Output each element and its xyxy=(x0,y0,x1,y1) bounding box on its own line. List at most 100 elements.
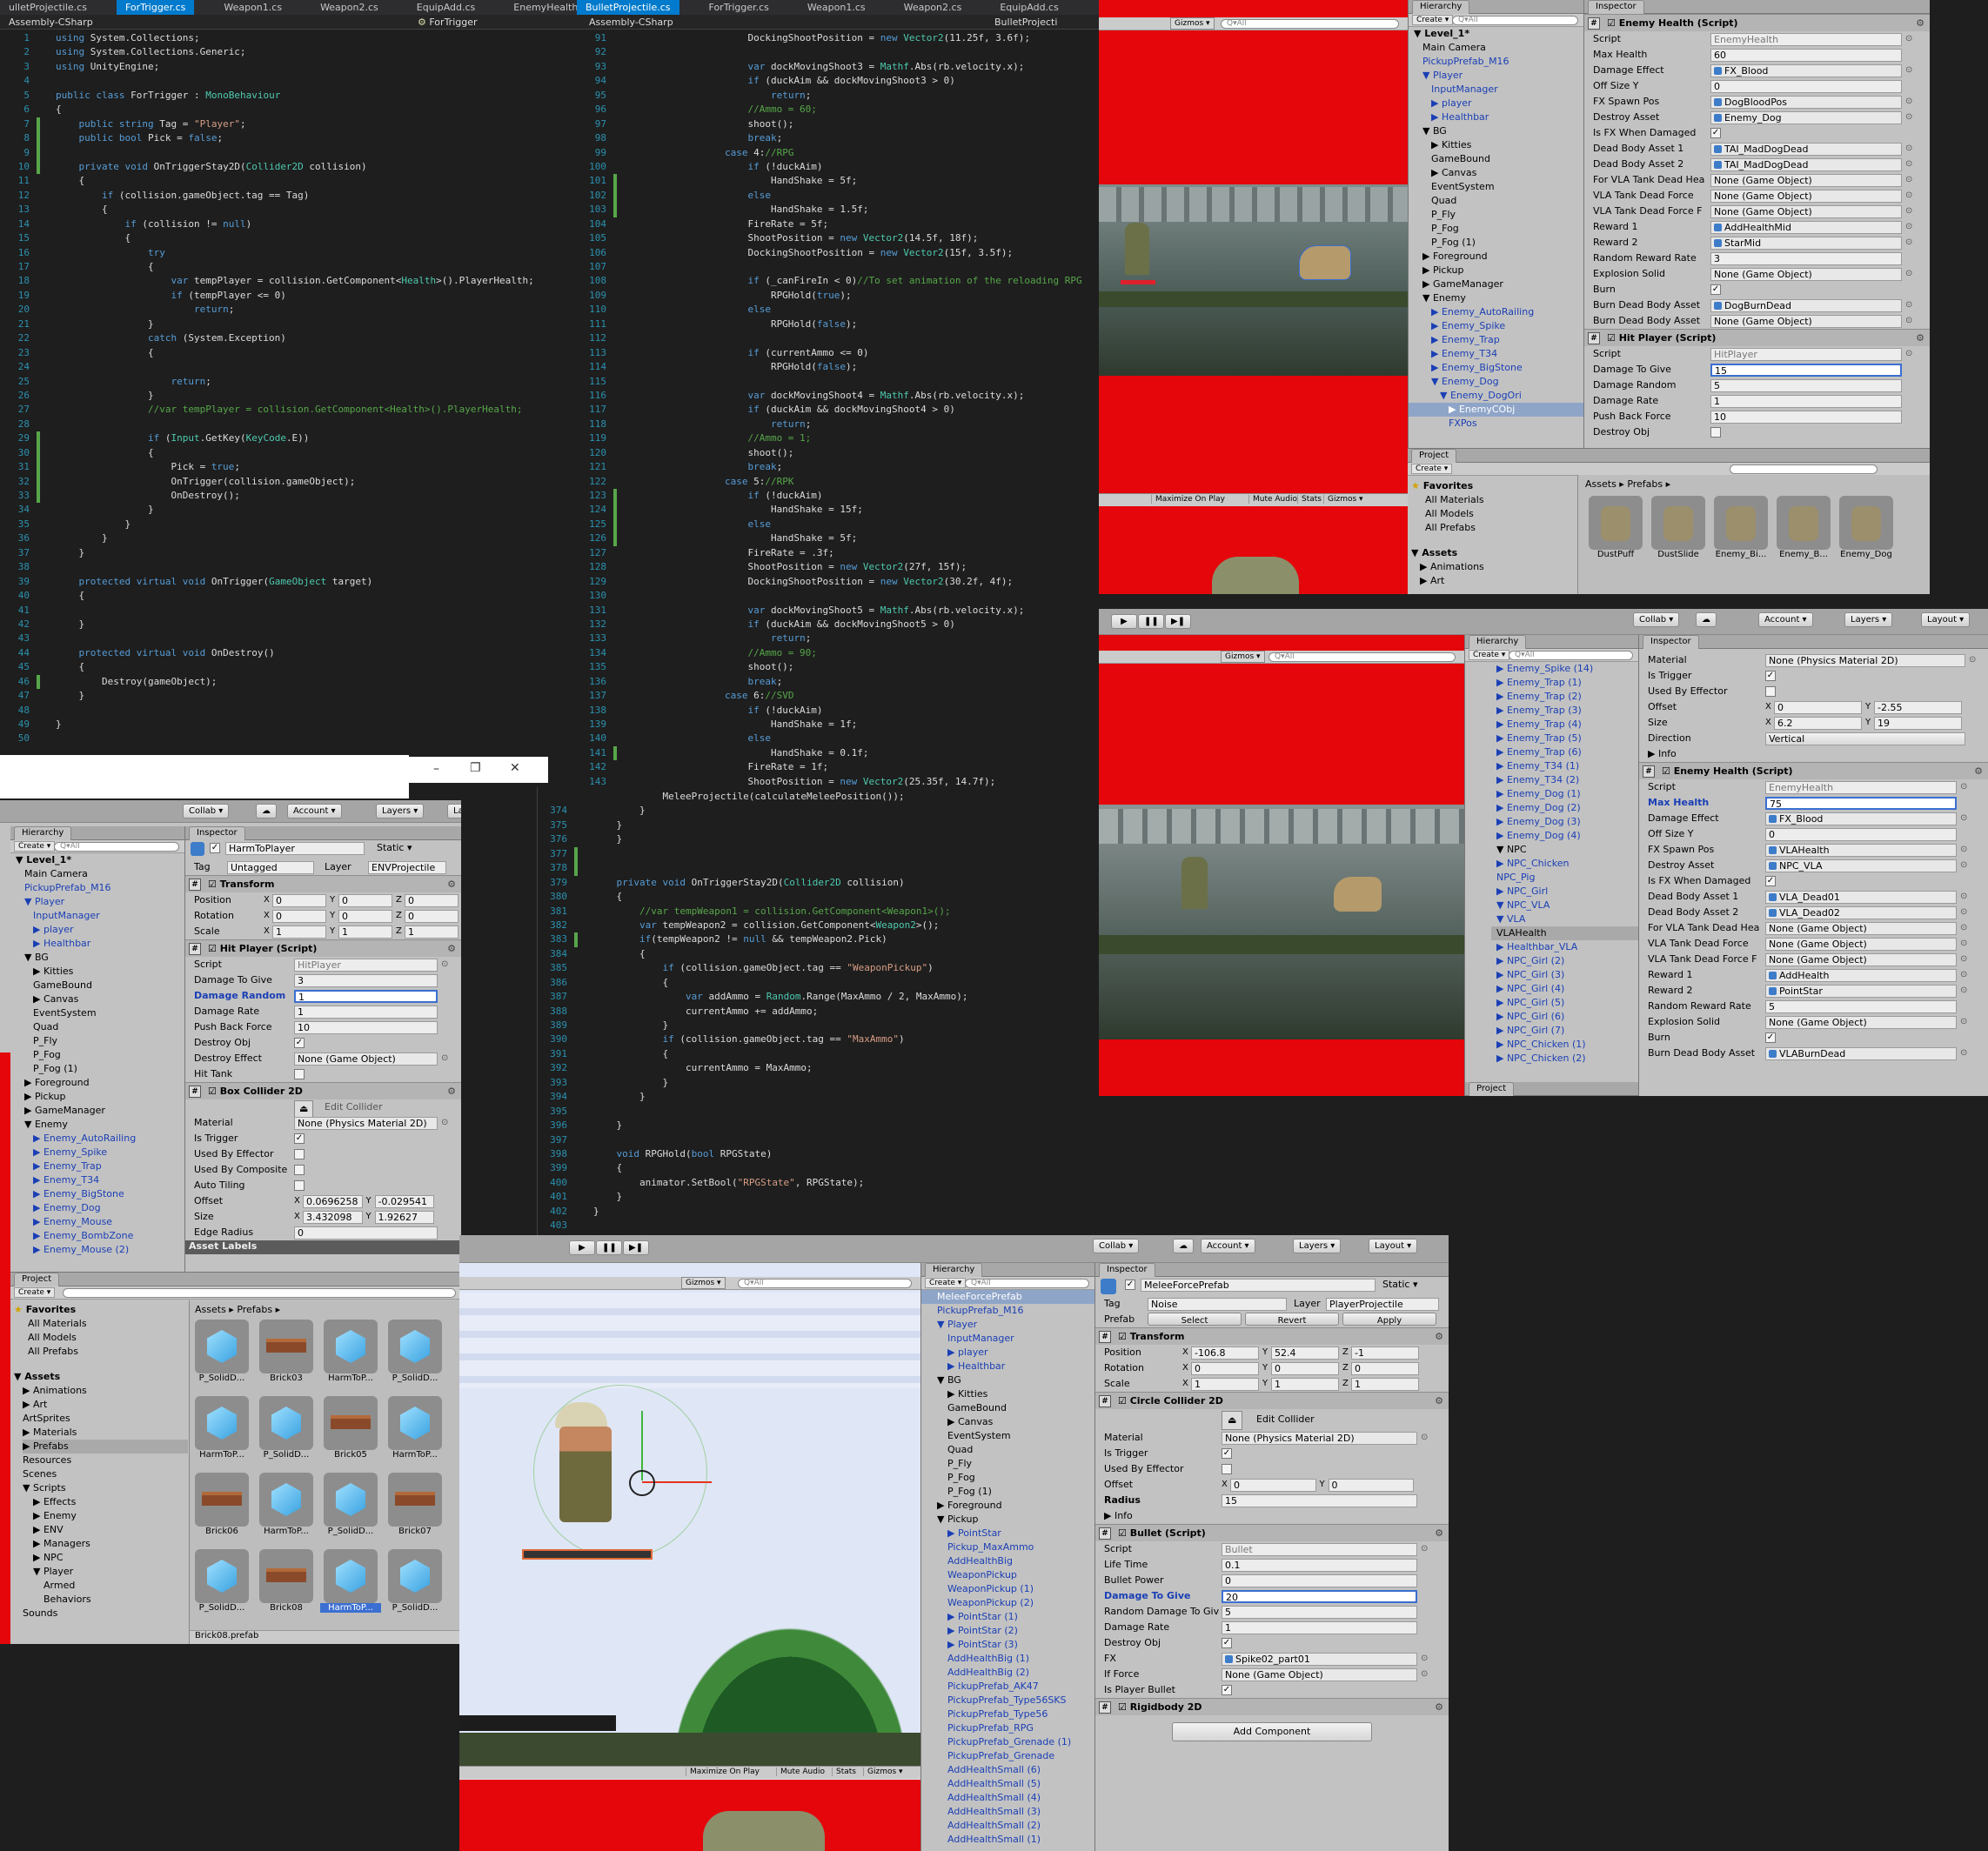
fold-icon[interactable] xyxy=(620,503,633,517)
component-gear-icon[interactable]: ⚙ xyxy=(1435,1393,1443,1410)
list-item[interactable]: ▶ Managers xyxy=(23,1537,188,1551)
hierarchy-item[interactable]: P_Fly xyxy=(921,1457,1094,1471)
fold-icon[interactable] xyxy=(581,1061,593,1075)
prefab-item[interactable]: Brick08 xyxy=(256,1549,317,1619)
hierarchy-item[interactable]: MeleeForcePrefab xyxy=(921,1290,1094,1304)
list-item[interactable]: All Prefabs xyxy=(1425,521,1484,535)
property-field[interactable]: 15 xyxy=(1710,364,1902,377)
fold-icon[interactable] xyxy=(620,375,633,389)
create-dropdown[interactable]: Create ▾ xyxy=(1469,650,1510,660)
add-component-button[interactable]: Add Component xyxy=(1172,1722,1372,1741)
fold-icon[interactable] xyxy=(581,919,593,932)
fold-icon[interactable] xyxy=(44,74,56,88)
hierarchy-item[interactable]: ▶ Enemy_T34 (1) xyxy=(1491,759,1638,773)
active-checkbox[interactable]: ✓ xyxy=(1125,1280,1135,1290)
hierarchy-item[interactable]: ▶ PointStar xyxy=(921,1527,1094,1540)
component-header[interactable]: # ☑ Transform ⚙ xyxy=(185,875,461,892)
hierarchy-item[interactable]: P_Fog xyxy=(921,1471,1094,1485)
fold-icon[interactable] xyxy=(620,303,633,317)
fold-icon[interactable] xyxy=(44,131,56,145)
fold-icon[interactable] xyxy=(620,403,633,417)
prefab-item[interactable]: HarmToP... xyxy=(385,1396,445,1466)
fold-icon[interactable] xyxy=(620,131,633,145)
fold-icon[interactable] xyxy=(44,31,56,45)
hierarchy-item[interactable]: ▶ Enemy_T34 xyxy=(1409,347,1583,361)
hierarchy-item[interactable]: ▶ Enemy_T34 (2) xyxy=(1491,773,1638,787)
toolbar-collab-button[interactable]: Collab ▾ xyxy=(1633,612,1680,627)
property-x-field[interactable]: 3.432098 xyxy=(303,1211,363,1224)
hierarchy-item[interactable]: FXPos xyxy=(1409,417,1583,431)
hierarchy-item[interactable]: ▶ player xyxy=(1409,97,1583,110)
hierarchy-tab[interactable]: Hierarchy xyxy=(10,826,184,840)
hierarchy-item[interactable]: AddHealthSmall (4) xyxy=(921,1791,1094,1805)
list-item[interactable]: ▶ Art xyxy=(23,1398,188,1412)
pause-button[interactable]: ❚❚ xyxy=(596,1240,622,1255)
hierarchy-item[interactable]: ▼ NPC_VLA xyxy=(1491,899,1638,912)
property-field[interactable]: None (Game Object) xyxy=(294,1052,438,1066)
property-field[interactable]: VLA_Dead01 xyxy=(1765,891,1957,904)
property-field[interactable]: 3 xyxy=(294,974,438,987)
toolbar-account-button[interactable]: Account ▾ xyxy=(1201,1239,1255,1253)
enabled-checkbox[interactable]: ☑ xyxy=(208,879,220,890)
tab-4[interactable]: EquipAdd.cs xyxy=(408,0,485,15)
hierarchy-item[interactable]: ▶ Enemy_AutoRailing xyxy=(10,1132,184,1146)
fold-icon[interactable] xyxy=(44,289,56,303)
toolbar-cloud-button[interactable]: ☁ xyxy=(256,804,277,819)
fold-icon[interactable] xyxy=(620,460,633,474)
fold-icon[interactable] xyxy=(44,604,56,618)
hierarchy-item[interactable]: ▶ Enemy_Dog (2) xyxy=(1491,801,1638,815)
property-field[interactable]: 5 xyxy=(1222,1606,1417,1619)
property-checkbox[interactable] xyxy=(1222,1464,1232,1474)
property-checkbox[interactable]: ✓ xyxy=(1222,1638,1232,1648)
fold-icon[interactable] xyxy=(581,1205,593,1219)
hierarchy-item[interactable]: PickupPrefab_RPG xyxy=(921,1721,1094,1735)
property-y-field[interactable]: -0.029541 xyxy=(374,1195,434,1208)
object-name-field[interactable]: HarmToPlayer xyxy=(225,842,365,855)
property-field[interactable]: FX_Blood xyxy=(1765,812,1957,825)
property-field[interactable]: 1 xyxy=(1710,395,1902,408)
step-button[interactable]: ▶❚ xyxy=(1165,614,1191,629)
transform-y-field[interactable]: 1 xyxy=(1271,1378,1339,1391)
hierarchy-item[interactable]: AddHealthSmall (2) xyxy=(921,1819,1094,1833)
code-area[interactable]: 91 DockingShootPosition = new Vector2(11… xyxy=(577,30,1099,787)
hierarchy-item[interactable]: ▶ NPC_Girl (6) xyxy=(1491,1010,1638,1024)
property-field[interactable]: DogBurnDead xyxy=(1710,299,1902,312)
hierarchy-item[interactable]: ▶ Enemy_Mouse xyxy=(10,1215,184,1229)
fold-icon[interactable] xyxy=(620,689,633,703)
transform-x-field[interactable]: -106.8 xyxy=(1191,1346,1259,1360)
hierarchy-item[interactable]: ▶ Foreground xyxy=(921,1499,1094,1513)
property-field[interactable]: 5 xyxy=(1710,379,1902,392)
fold-icon[interactable] xyxy=(44,389,56,403)
fold-icon[interactable] xyxy=(620,160,633,174)
fold-icon[interactable] xyxy=(44,475,56,489)
fold-icon[interactable] xyxy=(44,403,56,417)
fold-icon[interactable] xyxy=(44,418,56,431)
hierarchy-item[interactable]: ▶ Foreground xyxy=(10,1076,184,1090)
prefab-item[interactable]: P_SolidD... xyxy=(385,1549,445,1619)
gamebar-item[interactable]: Gizmos ▾ xyxy=(863,1767,907,1776)
hierarchy-tab[interactable]: Hierarchy xyxy=(1465,635,1638,649)
fold-icon[interactable] xyxy=(44,174,56,188)
prefab-item[interactable]: HarmToP... xyxy=(320,1320,381,1389)
object-picker-icon[interactable]: ⊙ xyxy=(1960,967,1967,983)
object-picker-icon[interactable]: ⊙ xyxy=(1969,652,1976,668)
list-item[interactable]: ▶ NPC xyxy=(23,1551,188,1565)
toolbar-layers-button[interactable]: Layers ▾ xyxy=(1844,612,1893,627)
fold-icon[interactable] xyxy=(581,1090,593,1104)
hierarchy-item[interactable]: Main Camera xyxy=(10,867,184,881)
property-field[interactable]: DogBloodPos xyxy=(1710,96,1902,109)
gamebar-item[interactable]: Gizmos ▾ xyxy=(1323,495,1367,504)
hierarchy-item[interactable]: ▶ NPC_Girl (5) xyxy=(1491,996,1638,1010)
object-picker-icon[interactable]: ⊙ xyxy=(1905,94,1912,110)
hierarchy-item[interactable]: P_Fog (1) xyxy=(921,1485,1094,1499)
list-item[interactable]: All Materials xyxy=(28,1317,87,1331)
list-item[interactable]: ▶ Animations xyxy=(1420,560,1484,574)
prefab-item[interactable]: P_SolidD... xyxy=(256,1396,317,1466)
object-picker-icon[interactable]: ⊙ xyxy=(1905,235,1912,251)
fold-icon[interactable] xyxy=(581,905,593,919)
close-icon[interactable]: ✕ xyxy=(510,761,520,775)
property-field[interactable]: AddHealth xyxy=(1765,969,1957,982)
property-checkbox[interactable] xyxy=(1765,686,1776,697)
object-picker-icon[interactable]: ⊙ xyxy=(1905,297,1912,313)
hierarchy-item[interactable]: PickupPrefab_Type56 xyxy=(921,1707,1094,1721)
